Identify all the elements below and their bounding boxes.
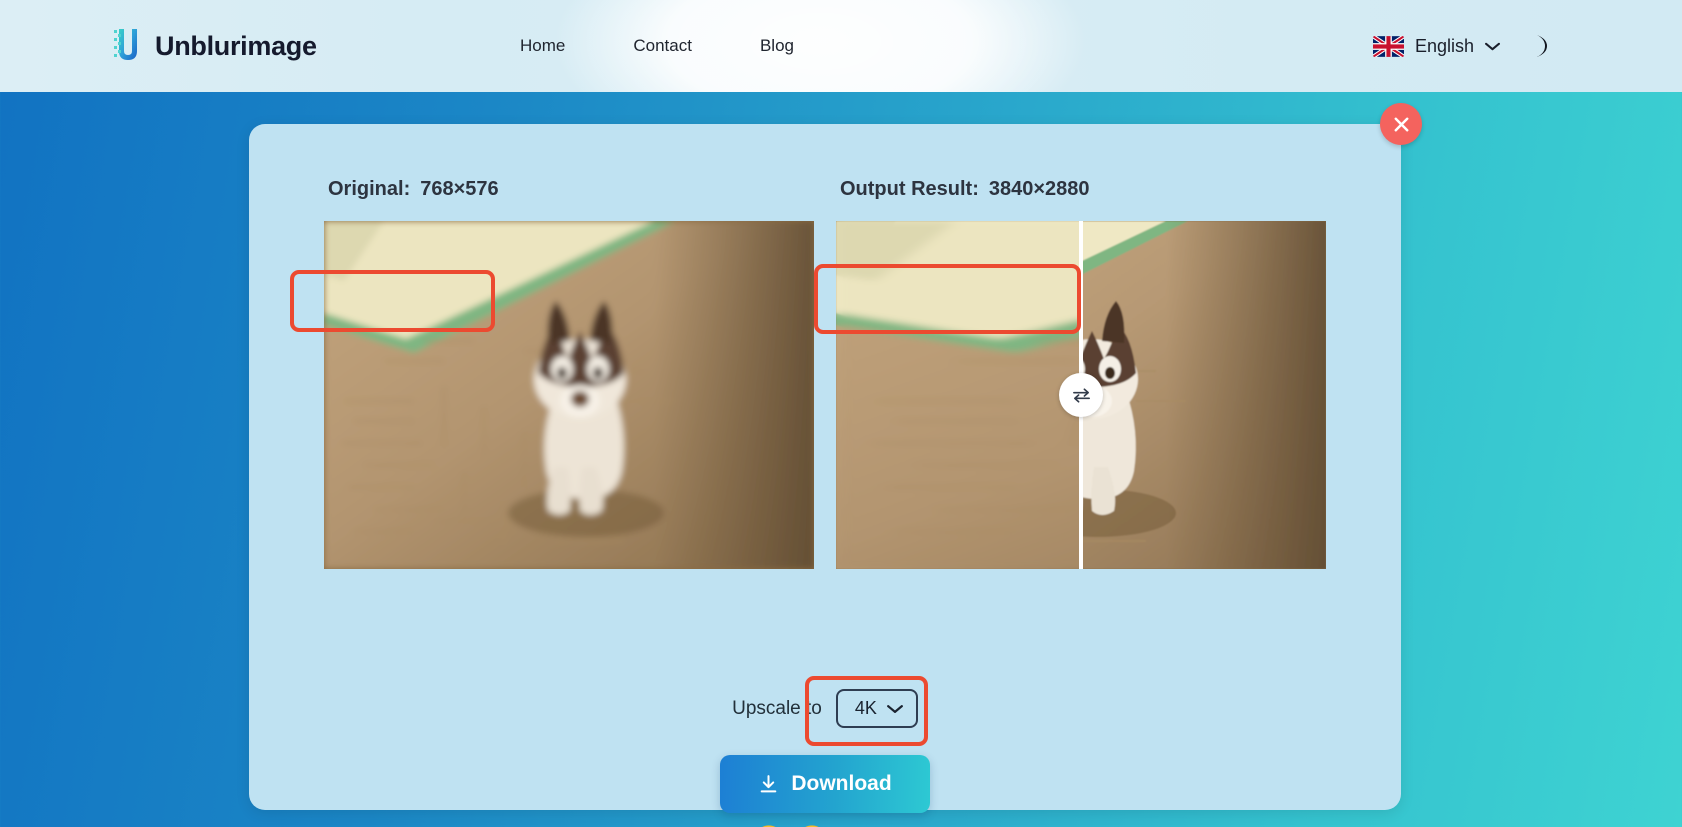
output-label: Output Result:	[840, 178, 979, 200]
upscale-selected-value: 4K	[854, 698, 877, 718]
output-dimensions: 3840×2880	[988, 178, 1090, 200]
close-card-button[interactable]	[1380, 103, 1422, 145]
download-button[interactable]: Download	[720, 755, 930, 813]
swap-arrows-icon	[1072, 387, 1090, 403]
nav-item-blog[interactable]: Blog	[760, 36, 794, 56]
brand-logo-link[interactable]: Unblurimage	[110, 26, 317, 66]
header-right-controls: English	[1372, 33, 1552, 59]
language-selector[interactable]: English	[1372, 35, 1500, 57]
main-nav: Home Contact Blog	[520, 36, 794, 56]
chevron-down-icon	[1485, 42, 1500, 50]
unblurimage-u-logo-icon	[114, 29, 137, 60]
original-panel: Original: 768×576	[324, 160, 814, 569]
result-card: Original: 768×576 Output Result: 3840×28…	[249, 103, 1422, 827]
uk-flag-icon	[1372, 35, 1404, 57]
language-label: English	[1414, 35, 1474, 56]
moon-icon[interactable]	[1528, 33, 1552, 59]
compare-slider-handle[interactable]	[1059, 373, 1103, 417]
puppy-photo-original	[324, 221, 814, 569]
before-side-overlay	[836, 221, 1081, 569]
upscale-label: Upscale to	[732, 697, 822, 719]
nav-item-contact[interactable]: Contact	[633, 36, 692, 56]
output-image-compare[interactable]	[836, 221, 1326, 569]
upscale-select[interactable]: 4K	[835, 689, 918, 728]
upscale-row: Upscale to 4K	[249, 689, 1401, 728]
output-panel: Output Result: 3840×2880	[836, 160, 1326, 569]
close-x-icon	[1394, 117, 1408, 131]
download-row: Download	[249, 755, 1401, 813]
comparison-panels: Original: 768×576 Output Result: 3840×28…	[324, 160, 1326, 569]
brand-name: Unblurimage	[155, 30, 317, 61]
original-label-row: Original: 768×576	[324, 160, 814, 221]
site-header: Unblurimage Home Contact Blog English	[0, 0, 1682, 92]
nav-item-home[interactable]: Home	[520, 36, 565, 56]
output-label-row: Output Result: 3840×2880	[836, 160, 1326, 221]
original-dimensions: 768×576	[420, 178, 499, 200]
original-label: Original:	[328, 178, 411, 200]
puppy-photo-before	[836, 221, 1081, 569]
original-image	[324, 221, 814, 569]
chevron-down-icon	[886, 704, 903, 713]
download-icon	[761, 774, 777, 792]
download-label: Download	[791, 772, 892, 795]
